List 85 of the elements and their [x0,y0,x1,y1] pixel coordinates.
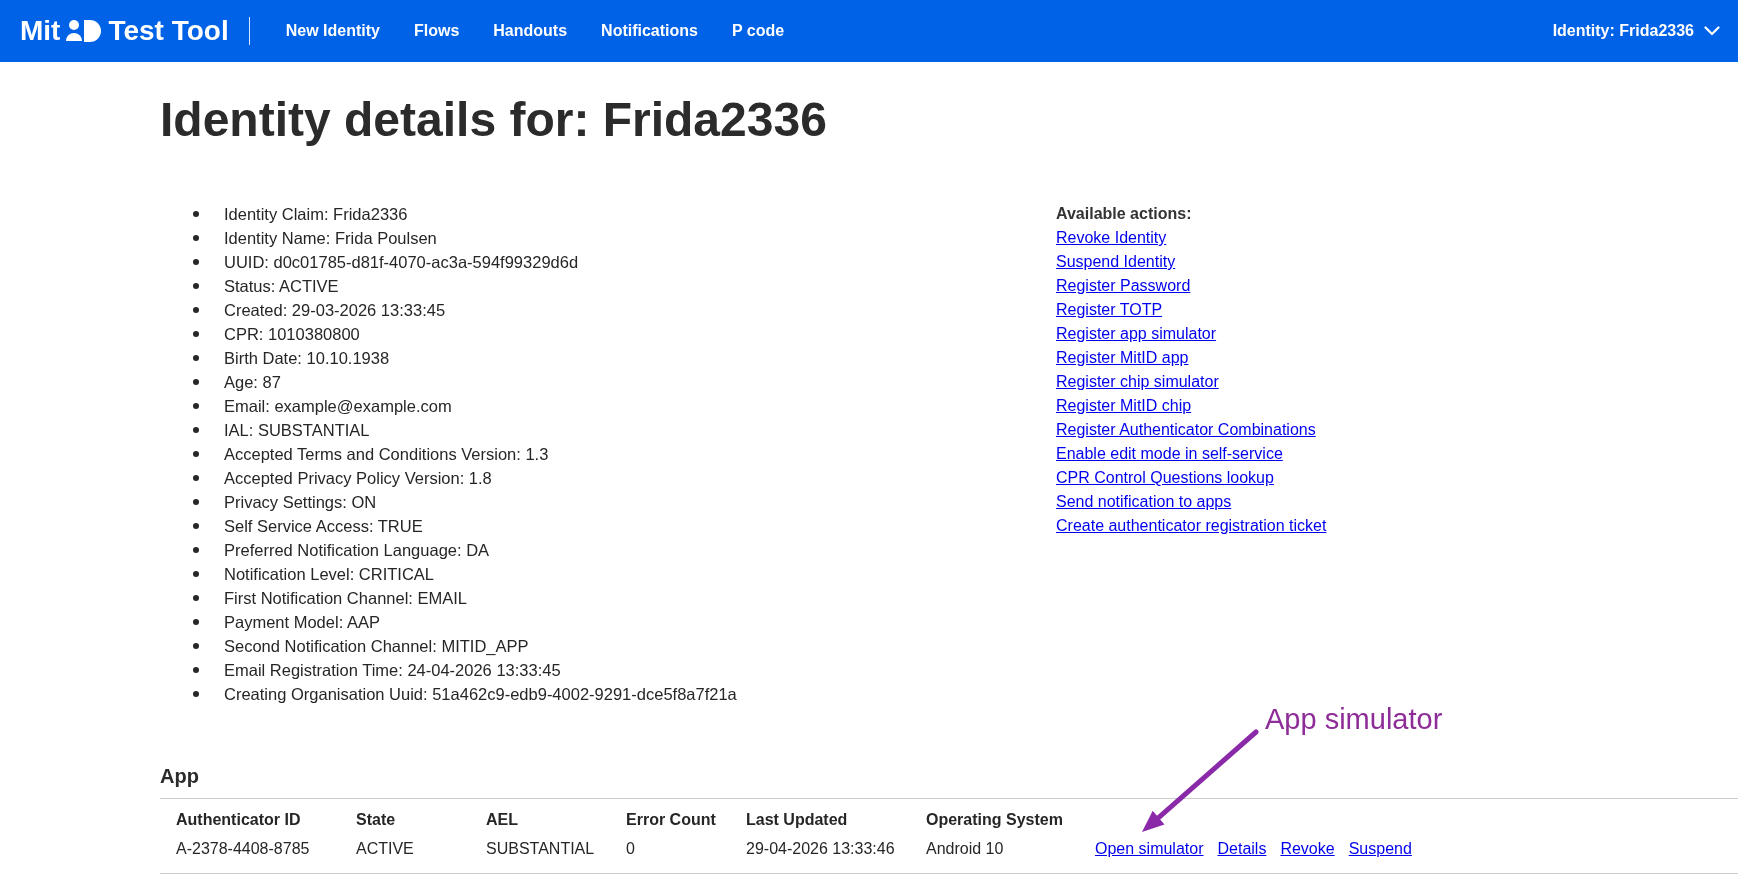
detail-text: First Notification Channel: EMAIL [224,588,467,609]
bullet-icon [193,691,199,697]
row-action-link[interactable]: Open simulator [1095,837,1204,861]
bullet-icon [193,619,199,625]
nav-link[interactable]: New Identity [285,22,380,40]
table-cell: 29-04-2026 13:33:46 [746,832,926,874]
bullet-icon [193,475,199,481]
bullet-icon [193,235,199,241]
detail-text: Created: 29-03-2026 13:33:45 [224,300,446,321]
table-cell: Android 10 [926,832,1095,874]
detail-text: Status: ACTIVE [224,276,339,297]
row-action-link[interactable]: Suspend [1348,837,1412,861]
action-link[interactable]: Register chip simulator [1056,370,1219,394]
identity-menu-button[interactable]: Identity: Frida2336 [1552,18,1720,44]
bullet-icon [193,307,199,313]
column-header: State [356,798,486,832]
table-cell: 0 [626,832,746,874]
bullet-icon [193,643,199,649]
detail-text: CPR: 1010380800 [224,324,360,345]
nav-link[interactable]: P code [732,22,785,40]
detail-text: Preferred Notification Language: DA [224,540,490,561]
action-link[interactable]: Suspend Identity [1056,250,1176,274]
detail-text: Accepted Terms and Conditions Version: 1.3 [224,444,549,465]
bullet-icon [193,523,199,529]
detail-text: Birth Date: 10.10.1938 [224,348,390,369]
nav-link[interactable]: Handouts [493,22,568,40]
column-header: Error Count [626,798,746,832]
column-header: AEL [486,798,626,832]
bullet-icon [193,331,199,337]
table-cell: A-2378-4408-8785 [160,832,356,874]
action-link[interactable]: Send notification to apps [1056,490,1232,514]
bullet-icon [193,595,199,601]
section-heading: App [160,764,199,788]
action-link[interactable]: Register Password [1056,274,1191,298]
detail-text: IAL: SUBSTANTIAL [224,420,370,441]
action-link[interactable]: CPR Control Questions lookup [1056,466,1274,490]
column-header: Last Updated [746,798,926,832]
bullet-icon [193,499,199,505]
detail-text: Identity Claim: Frida2336 [224,204,408,225]
bullet-icon [193,355,199,361]
detail-text: Notification Level: CRITICAL [224,564,434,585]
nav-link[interactable]: Flows [413,22,460,40]
detail-text: Payment Model: AAP [224,612,380,633]
action-link[interactable]: Enable edit mode in self-service [1056,442,1283,466]
detail-text: Self Service Access: TRUE [224,516,423,537]
bullet-icon [193,403,199,409]
bullet-icon [193,211,199,217]
column-header: Operating System [926,798,1095,832]
annotation-text: App simulator [1265,702,1443,736]
detail-text: Creating Organisation Uuid: 51a462c9-edb9-4002-9291-dce5f8a7f21a [224,684,737,705]
table-cell: ACTIVE [356,832,486,874]
bullet-icon [193,427,199,433]
bullet-icon [193,451,199,457]
action-link[interactable]: Register MitID chip [1056,394,1192,418]
app-name: Test Tool [108,17,229,45]
action-link[interactable]: Register MitID app [1056,346,1189,370]
page-title: Identity details for: Frida2336 [160,93,827,147]
bullet-icon [193,283,199,289]
detail-text: Email: example@example.com [224,396,452,417]
detail-text: Identity Name: Frida Poulsen [224,228,437,249]
detail-text: Age: 87 [224,372,281,393]
action-link[interactable]: Revoke Identity [1056,226,1167,250]
chevron-down-icon [1704,26,1720,36]
table-cell: SUBSTANTIAL [486,832,626,874]
bullet-icon [193,667,199,673]
bullet-icon [193,547,199,553]
brand-name: Mit [20,17,61,45]
bullet-icon [193,571,199,577]
nav-link[interactable]: Notifications [601,22,698,40]
action-link[interactable]: Create authenticator registration ticket [1056,514,1327,538]
detail-text: Second Notification Channel: MITID_APP [224,636,529,657]
column-header: Authenticator ID [160,798,356,832]
bullet-icon [193,379,199,385]
logo-person-icon [66,20,103,42]
detail-text: Privacy Settings: ON [224,492,377,513]
action-link[interactable]: Register app simulator [1056,322,1217,346]
detail-text: Email Registration Time: 24-04-2026 13:33:45 [224,660,561,681]
row-action-link[interactable]: Details [1217,837,1267,861]
action-link[interactable]: Register TOTP [1056,298,1163,322]
row-action-link[interactable]: Revoke [1280,837,1335,861]
actions-heading: Available actions: [1056,204,1192,224]
detail-text: UUID: d0c01785-d81f-4070-ac3a-594f99329d6d [224,252,579,273]
bullet-icon [193,259,199,265]
action-link[interactable]: Register Authenticator Combinations [1056,418,1316,442]
detail-text: Accepted Privacy Policy Version: 1.8 [224,468,492,489]
